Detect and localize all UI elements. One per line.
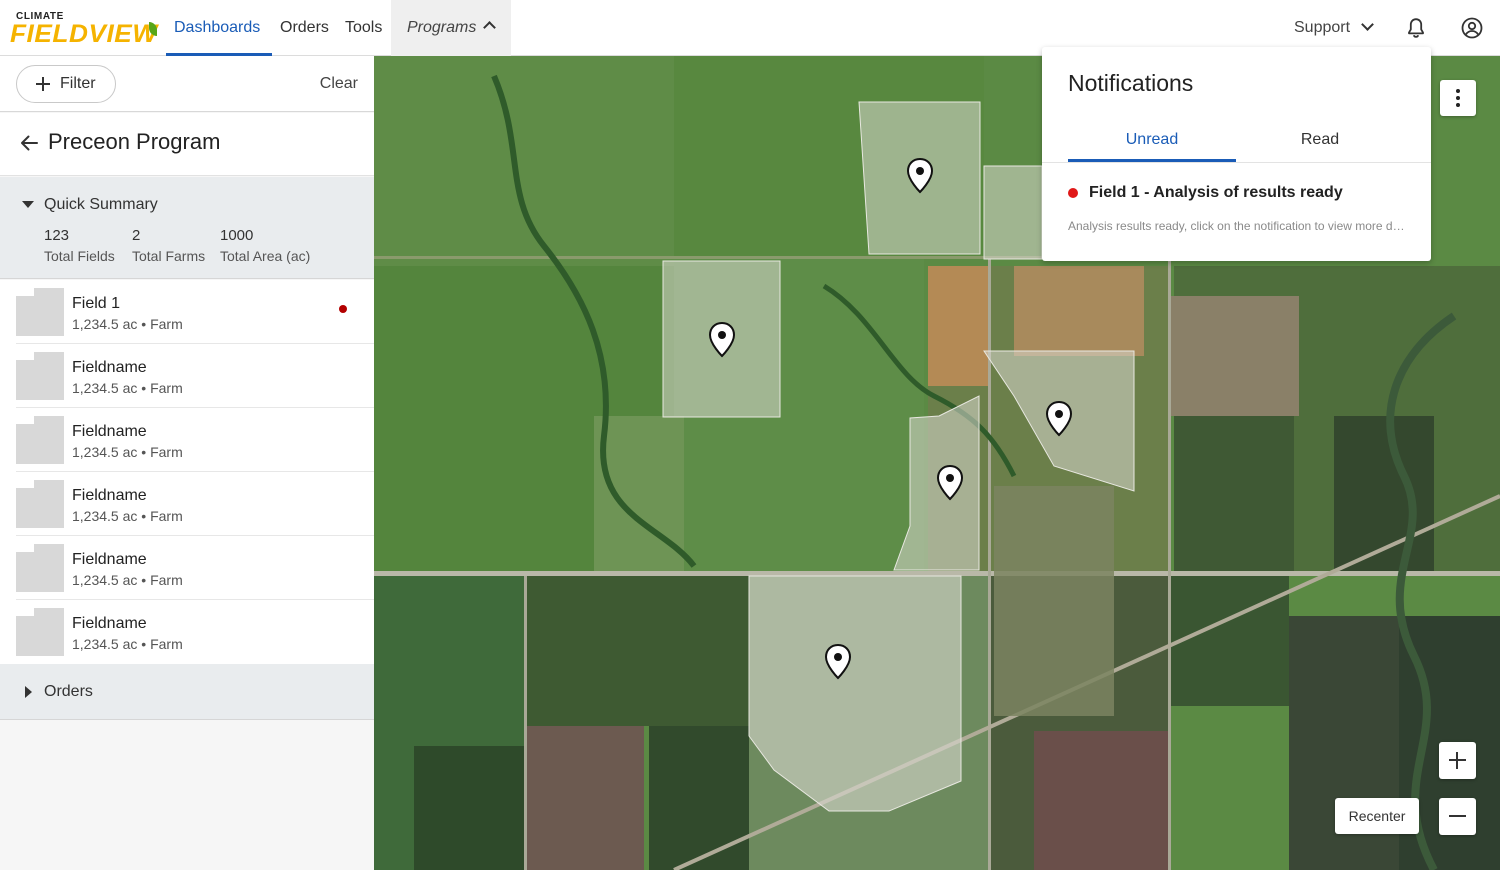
map-pin-icon[interactable] [708,322,736,358]
field-list: Field 1 1,234.5 ac • Farm Fieldname 1,23… [0,280,374,664]
bell-icon[interactable] [1404,16,1428,40]
nav-orders[interactable]: Orders [280,0,329,56]
field-name: Fieldname [72,487,147,504]
stat-value: 123 [44,227,70,244]
field-thumbnail [16,608,64,656]
map-pin-icon[interactable] [906,158,934,194]
kebab-dot [1456,96,1460,100]
caret-right-icon [25,686,32,698]
nav-programs-label: Programs [407,19,477,36]
stat-label: Total Farms [132,248,206,264]
notification-description[interactable]: Analysis results ready, click on the not… [1068,219,1408,233]
field-thumbnail [16,480,64,528]
divider [1042,162,1431,163]
field-thumbnail [16,416,64,464]
stat-total-area: 1000 Total Area (ac) [220,227,310,264]
quick-summary-panel: Quick Summary 123 Total Fields 2 Total F… [0,177,374,279]
tab-read[interactable]: Read [1236,131,1404,149]
field-list-item[interactable]: Fieldname 1,234.5 ac • Farm [0,344,374,408]
notifications-panel: Notifications Unread Read Field 1 - Anal… [1042,47,1431,261]
nav-programs[interactable]: Programs [391,0,511,56]
field-name: Fieldname [72,551,147,568]
logo-fieldview-text: FIELDVIEW [10,20,158,48]
arrow-back-icon[interactable] [18,132,40,154]
field-name: Field 1 [72,295,121,312]
kebab-dot [1456,89,1460,93]
stat-total-fields: 123 Total Fields [44,227,115,264]
field-meta: 1,234.5 ac • Farm [72,316,183,332]
filter-bar: Filter Clear [0,56,374,112]
plus-icon-vertical [1456,752,1458,769]
nav-tools[interactable]: Tools [345,0,382,56]
program-header: Preceon Program [0,113,374,176]
field-meta: 1,234.5 ac • Farm [72,380,183,396]
map-options-button[interactable] [1440,80,1476,116]
fields-sidebar: Filter Clear Preceon Program Quick Summa… [0,56,374,870]
minus-icon [1449,815,1466,817]
field-list-item[interactable]: Fieldname 1,234.5 ac • Farm [0,472,374,536]
map-pin-icon[interactable] [1045,401,1073,437]
unread-indicator [339,305,347,313]
stat-value: 2 [132,227,141,244]
page-title: Preceon Program [48,129,221,154]
zoom-out-button[interactable] [1439,798,1476,835]
kebab-dot [1456,103,1460,107]
quick-summary-toggle[interactable]: Quick Summary [44,196,158,214]
field-name: Fieldname [72,615,147,632]
field-list-item[interactable]: Fieldname 1,234.5 ac • Farm [0,600,374,664]
stat-value: 1000 [220,227,254,244]
notifications-title: Notifications [1068,70,1194,96]
chevron-down-icon[interactable] [1361,18,1374,31]
tab-unread[interactable]: Unread [1068,131,1236,149]
field-meta: 1,234.5 ac • Farm [72,508,183,524]
field-thumbnail [16,352,64,400]
chevron-up-icon [483,21,496,34]
stat-label: Total Fields [44,248,115,264]
orders-section-label: Orders [44,683,93,700]
nav-dashboards[interactable]: Dashboards [174,0,260,56]
field-name: Fieldname [72,423,147,440]
filter-button[interactable]: Filter [16,65,116,103]
map-pin-icon[interactable] [824,644,852,680]
clear-filter-link[interactable]: Clear [320,75,358,93]
field-list-item[interactable]: Fieldname 1,234.5 ac • Farm [0,536,374,600]
account-circle-icon[interactable] [1460,16,1484,40]
field-meta: 1,234.5 ac • Farm [72,444,183,460]
field-list-item[interactable]: Field 1 1,234.5 ac • Farm [0,280,374,344]
zoom-in-button[interactable] [1439,742,1476,779]
plus-icon [36,77,50,91]
orders-section-toggle[interactable]: Orders [0,664,374,720]
fieldview-logo[interactable]: CLIMATE FIELDVIEW [10,10,160,50]
field-thumbnail [16,544,64,592]
filter-button-label: Filter [60,75,96,92]
field-meta: 1,234.5 ac • Farm [72,636,183,652]
stat-total-farms: 2 Total Farms [132,227,205,264]
notification-title[interactable]: Field 1 - Analysis of results ready [1089,184,1343,202]
field-list-item[interactable]: Fieldname 1,234.5 ac • Farm [0,408,374,472]
recenter-button[interactable]: Recenter [1335,798,1419,834]
map-pin-icon[interactable] [936,465,964,501]
field-name: Fieldname [72,359,147,376]
field-meta: 1,234.5 ac • Farm [72,572,183,588]
caret-down-icon[interactable] [22,201,34,208]
notification-status-dot [1068,188,1078,198]
field-thumbnail [16,288,64,336]
stat-label: Total Area (ac) [220,248,311,264]
